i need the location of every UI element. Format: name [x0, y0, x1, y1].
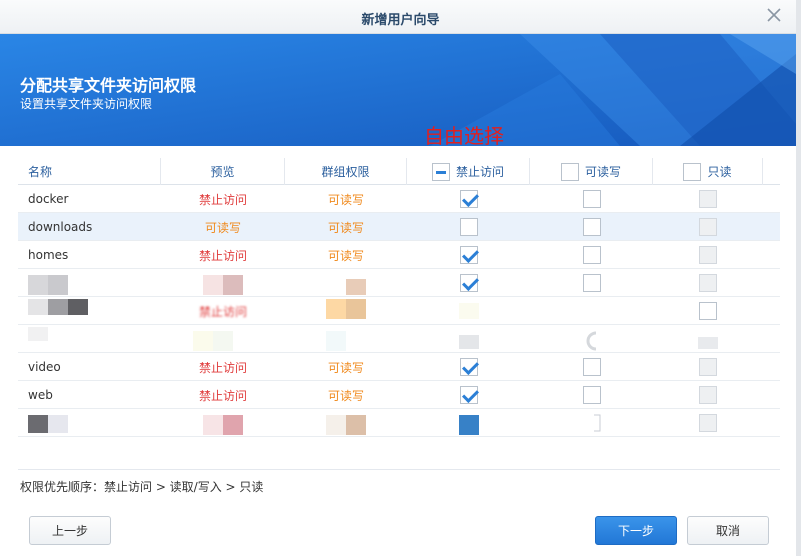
- share-name: homes: [28, 248, 69, 262]
- permission-table: 名称 预览 群组权限 禁止访问 可读写 只读 docker 禁止访问 可读写 d…: [18, 158, 780, 437]
- preview-value: 可读写: [204, 220, 241, 235]
- rw-checkbox[interactable]: [582, 274, 601, 292]
- redacted-mosaic: [586, 331, 596, 351]
- header-rw[interactable]: 可读写: [530, 158, 653, 185]
- header-deny-label: 禁止访问: [455, 165, 504, 179]
- share-name: downloads: [28, 220, 93, 234]
- redacted-mosaic: [28, 275, 68, 295]
- preview-value: 禁止访问: [198, 388, 247, 403]
- preview-value: 禁止访问: [198, 248, 247, 263]
- redacted-mosaic: [593, 414, 600, 432]
- priority-note: 权限优先顺序：禁止访问 > 读取/写入 > 只读: [20, 480, 264, 494]
- table-row[interactable]: homes 禁止访问 可读写: [18, 241, 780, 269]
- ro-checkbox[interactable]: [699, 302, 717, 320]
- redacted-mosaic: [458, 415, 479, 435]
- share-name: video: [28, 360, 61, 374]
- redacted-mosaic: [326, 331, 346, 351]
- share-name: docker: [28, 192, 69, 206]
- deny-checkbox[interactable]: [459, 218, 478, 236]
- banner-title: 分配共享文件夹访问权限: [20, 76, 197, 95]
- redacted-mosaic: [326, 415, 366, 435]
- rw-all-checkbox[interactable]: [560, 162, 579, 181]
- ro-checkbox: [699, 246, 717, 264]
- header-ro[interactable]: 只读: [653, 158, 763, 185]
- rw-checkbox[interactable]: [582, 218, 601, 236]
- window-title: 新增用户向导: [361, 13, 440, 28]
- rw-checkbox[interactable]: [582, 358, 601, 376]
- table-row[interactable]: 禁止访问: [18, 297, 780, 325]
- next-button[interactable]: 下一步: [595, 516, 677, 545]
- preview-value: 禁止访问: [198, 192, 247, 207]
- preview-value: 禁止访问: [198, 304, 247, 319]
- redacted-mosaic: [698, 337, 718, 349]
- cancel-button[interactable]: 取消: [687, 516, 769, 545]
- ro-all-checkbox[interactable]: [683, 162, 702, 181]
- header-group[interactable]: 群组权限: [285, 158, 407, 185]
- rw-checkbox[interactable]: [582, 246, 601, 264]
- header-ro-label: 只读: [707, 165, 732, 179]
- table-row[interactable]: video 禁止访问 可读写: [18, 353, 780, 381]
- deny-all-checkbox[interactable]: [431, 162, 450, 181]
- redacted-mosaic: [193, 331, 233, 351]
- ro-checkbox: [699, 358, 717, 376]
- header-deny[interactable]: 禁止访问: [407, 158, 530, 185]
- ro-checkbox: [699, 190, 717, 208]
- redacted-mosaic: [203, 415, 243, 435]
- close-icon[interactable]: [765, 6, 783, 24]
- group-value: 可读写: [327, 388, 364, 403]
- table-row[interactable]: [18, 269, 780, 297]
- share-name: web: [28, 388, 53, 402]
- ro-checkbox: [699, 274, 717, 292]
- ro-checkbox: [699, 218, 717, 236]
- redacted-mosaic: [458, 303, 479, 319]
- banner-subtitle: 设置共享文件夹访问权限: [20, 97, 153, 111]
- group-value: 可读写: [327, 360, 364, 375]
- deny-checkbox[interactable]: [459, 246, 478, 264]
- annotation-text: 自由选择: [424, 124, 504, 148]
- redacted-mosaic: [326, 299, 366, 319]
- group-value: 可读写: [327, 248, 364, 263]
- deny-checkbox[interactable]: [459, 358, 478, 376]
- prev-button[interactable]: 上一步: [29, 516, 111, 545]
- header-name[interactable]: 名称: [18, 158, 161, 185]
- deny-checkbox[interactable]: [459, 190, 478, 208]
- wizard-banner: 分配共享文件夹访问权限 设置共享文件夹访问权限: [0, 34, 796, 146]
- ro-checkbox: [699, 414, 717, 432]
- window-edge: [796, 0, 801, 556]
- footer-divider: [18, 469, 780, 470]
- group-value: 可读写: [327, 192, 364, 207]
- table-row[interactable]: [18, 409, 780, 437]
- group-value: 可读写: [327, 220, 364, 235]
- window-titlebar: 新增用户向导: [0, 0, 801, 34]
- deny-checkbox[interactable]: [459, 274, 478, 292]
- table-row[interactable]: docker 禁止访问 可读写: [18, 185, 780, 213]
- redacted-mosaic: [28, 327, 48, 341]
- redacted-mosaic: [346, 279, 366, 295]
- table-row[interactable]: downloads 可读写 可读写: [18, 213, 780, 241]
- header-preview[interactable]: 预览: [161, 158, 285, 185]
- table-row[interactable]: web 禁止访问 可读写: [18, 381, 780, 409]
- ro-checkbox: [699, 386, 717, 404]
- redacted-mosaic: [203, 275, 243, 295]
- table-row[interactable]: [18, 325, 780, 353]
- header-rw-label: 可读写: [584, 165, 621, 179]
- redacted-mosaic: [28, 299, 88, 315]
- rw-checkbox[interactable]: [582, 190, 601, 208]
- preview-value: 禁止访问: [198, 360, 247, 375]
- table-header: 名称 预览 群组权限 禁止访问 可读写 只读: [18, 158, 780, 185]
- deny-checkbox[interactable]: [459, 386, 478, 404]
- redacted-mosaic: [458, 335, 479, 349]
- rw-checkbox[interactable]: [582, 386, 601, 404]
- redacted-mosaic: [28, 415, 68, 433]
